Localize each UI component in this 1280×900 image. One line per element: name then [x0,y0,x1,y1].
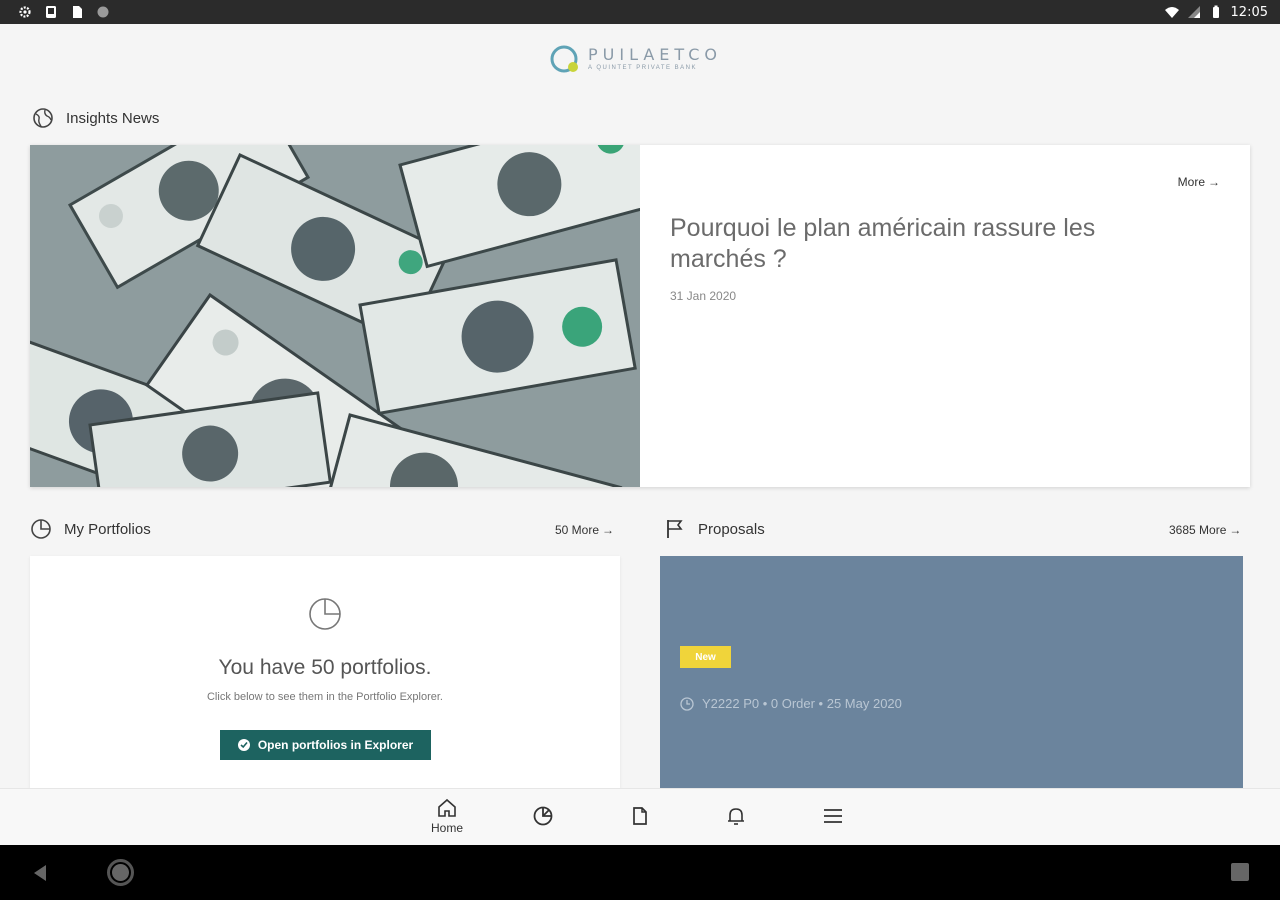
document-icon [633,807,647,825]
bottom-navigation: Home [0,788,1280,845]
check-circle-icon [237,739,250,751]
proposal-meta-text: Y2222 P0 • 0 Order • 25 May 2020 [702,696,902,711]
system-navigation-bar [0,845,1280,900]
status-bar-right: 12:05 [1164,4,1268,20]
dollar-bills-image [30,145,640,487]
home-icon [438,798,456,817]
open-portfolios-button[interactable]: Open portfolios in Explorer [220,730,431,760]
logo-name: PUILAETCO [588,45,723,64]
clock-icon [680,696,694,711]
pie-chart-icon [309,598,341,630]
file-icon [73,6,82,18]
proposal-meta: Y2222 P0 • 0 Order • 25 May 2020 [680,696,902,711]
pie-chart-icon [31,519,51,539]
pie-chart-icon [533,806,553,826]
nav-home-label: Home [430,821,463,835]
circle-icon [97,6,109,18]
new-badge: New [680,646,731,668]
app-logo: PUILAETCO A QUINTET PRIVATE BANK [548,42,722,74]
news-title[interactable]: Pourquoi le plan américain rassure les m… [670,213,1170,275]
news-body: More → Pourquoi le plan américain rassur… [640,145,1250,487]
portfolios-card: You have 50 portfolios. Click below to s… [30,556,620,788]
nav-home[interactable]: Home [427,797,467,837]
status-time: 12:05 [1230,4,1268,20]
portfolios-more-link[interactable]: 50 More → [555,523,614,537]
proposals-more-link[interactable]: 3685 More → [1169,523,1241,537]
settings-icon [19,6,31,18]
home-system-button[interactable] [107,859,134,886]
portfolios-section-header: My Portfolios [30,518,151,540]
arrow-right-icon: → [1208,175,1220,189]
nav-notifications[interactable] [716,805,756,845]
news-more-label: More [1177,175,1205,189]
news-date: 31 Jan 2020 [670,289,737,303]
portfolios-subtitle: Click below to see them in the Portfolio… [206,691,443,703]
proposals-section-header: Proposals [664,518,765,540]
open-portfolios-label: Open portfolios in Explorer [257,738,414,752]
insights-section-header: Insights News [32,107,159,129]
logo-tagline: A QUINTET PRIVATE BANK [588,65,698,71]
arrow-right-icon: → [602,523,615,537]
menu-icon [824,809,842,823]
bell-icon [728,808,744,825]
sd-card-icon [46,6,56,18]
back-icon[interactable] [30,863,50,883]
recent-apps-icon[interactable] [1231,863,1249,881]
wifi-icon [1164,7,1179,18]
battery-icon [1212,5,1219,18]
proposals-section-title: Proposals [698,520,765,538]
proposal-card[interactable]: New Y2222 P0 • 0 Order • 25 May 2020 [660,556,1243,788]
news-more-link[interactable]: More → [1178,175,1220,189]
status-bar-left [18,5,110,19]
portfolios-section-title: My Portfolios [64,520,151,538]
status-bar: 12:05 [0,0,1280,24]
insights-section-title: Insights News [66,109,160,127]
logo-text: PUILAETCO A QUINTET PRIVATE BANK [588,45,722,71]
logo-mark-icon [550,45,578,73]
nav-menu[interactable] [813,805,853,845]
portfolios-count-title: You have 50 portfolios. [218,656,432,679]
portfolios-more-label: 50 More [555,523,600,537]
arrow-right-icon: → [1229,523,1242,537]
nav-portfolios[interactable] [523,805,563,845]
flag-icon [667,520,683,538]
globe-icon [33,108,53,128]
news-image [30,145,640,487]
proposals-more-label: 3685 More [1169,523,1227,537]
nav-documents[interactable] [620,805,660,845]
signal-icon [1187,6,1200,18]
news-card[interactable]: More → Pourquoi le plan américain rassur… [30,145,1250,487]
